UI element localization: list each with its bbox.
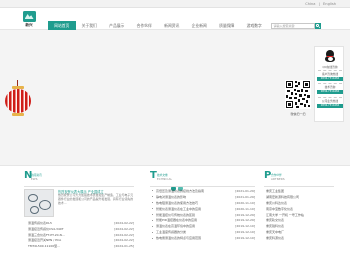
wechat-qr-code [285, 80, 311, 109]
tech-item-title[interactable]: 热电阻测温仪表的使用方法技巧 [156, 201, 198, 205]
news-item-title[interactable]: 测温三合仪表FT-PT-20-N... [28, 233, 65, 237]
main-nav: 网站首页 关于我们 产品展示 合作伙伴 新闻资讯 企业新闻 质量保障 游戏数字 [48, 21, 268, 30]
nav-digital[interactable]: 游戏数字 [241, 21, 269, 30]
tech-item-date: [2021-01-29] [235, 194, 255, 199]
tech-item-date: [2019-12-10] [235, 224, 255, 229]
tech-item-date: [2019-12-10] [235, 236, 255, 241]
tech-heading-en: ECHNICAL [157, 177, 173, 181]
nav-products[interactable]: 产品展示 [103, 21, 131, 30]
cable-coil [39, 200, 51, 210]
partners-section: P 合作伙伴 ARTNERS 重庆工业集团 湖南宏新源科技有限公司 重庆川科达仪… [264, 170, 334, 263]
language-separator: | [318, 1, 320, 6]
cable-coil [28, 194, 38, 202]
sales-hotline-number: 0836-7314484 [317, 77, 343, 81]
news-item-title[interactable]: TM70L500.11100型... [28, 244, 60, 248]
lantern-base [12, 113, 24, 116]
nav-news[interactable]: 新闻资讯 [158, 21, 186, 30]
tech-item-date: [2020-11-10] [235, 206, 255, 211]
language-english-link[interactable]: English [323, 2, 336, 6]
top-bar: China | English [0, 0, 350, 8]
logo-mountain-icon [22, 11, 36, 22]
tech-list-item[interactable]: 热电偶测温仪表的特点与应用范围 [2019-12-10] [150, 236, 255, 242]
lantern-body [5, 89, 31, 113]
tech-item-date: [2019-12-29] [235, 212, 255, 217]
tech-item-title[interactable]: 智能PID温控器在仪表中的应用 [156, 218, 197, 222]
search-icon-handle [318, 26, 320, 28]
qr-code-icon [285, 80, 311, 109]
cable-coil [30, 206, 39, 214]
contact-side-panel: QQ在线咨询 客户咨询热线 0836-7314484 技术咨询 0836-731… [314, 46, 344, 122]
tech-item-title[interactable]: 高低压及测温仪表的接线方法及指南 [156, 189, 204, 193]
language-china-link[interactable]: China [305, 2, 315, 6]
site-header: 新兴 网站首页 关于我们 产品展示 合作伙伴 新闻资讯 企业新闻 质量保障 游戏… [0, 8, 350, 30]
business-hotline-label: 公司业务热线 [321, 99, 339, 103]
news-list-item[interactable]: TM70L500.11100型... [2024-01-25] [24, 244, 134, 250]
nav-company-news[interactable]: 企业新闻 [186, 21, 214, 30]
qr-caption: 微信扫一扫 [290, 112, 306, 116]
nav-partners[interactable]: 合作伙伴 [131, 21, 159, 30]
news-item-date: [2024-01-25] [114, 244, 134, 249]
nav-quality[interactable]: 质量保障 [213, 21, 241, 30]
news-heading-en: EWS [31, 177, 38, 181]
qq-consult-link[interactable]: QQ在线咨询 [315, 65, 345, 69]
partner-item[interactable]: 重庆科源仪表 [264, 236, 334, 242]
tech-item-title[interactable]: 智能仪表测温仪表在工业中的应用 [156, 207, 201, 211]
news-list: 测温传感仪表DL5 [2024-02-22] 测温接近传感仪CS4-340T [… [24, 221, 134, 250]
partner-list: 重庆工业集团 湖南宏新源科技有限公司 重庆川科达仪表 南京中宝数字化仪表 江南大… [264, 189, 334, 242]
news-feature[interactable]: 热烈祝贺仪表大展示 产业园成立 热烈祝贺公司大力加强技术研发和生产制造，工业与电… [24, 189, 134, 218]
tech-item-title[interactable]: 热电偶测温仪表的特点与应用范围 [156, 236, 201, 240]
divider [318, 70, 342, 71]
qq-penguin-icon[interactable] [325, 50, 335, 63]
tech-hotline-label: 技术咨询 [324, 85, 336, 89]
search-input[interactable]: 请输入搜索关键 [271, 23, 315, 29]
site-logo[interactable]: 新兴 [20, 11, 38, 30]
tech-articles-section: T 技术文章 ECHNICAL 高低压及测温仪表的接线方法及指南 [2021-01… [150, 170, 260, 263]
tech-item-title[interactable]: 静电对测温仪表的影响 [156, 195, 186, 199]
news-item-title[interactable]: 测温接近传感仪CS4-340T [28, 227, 64, 231]
red-lantern-icon [4, 80, 32, 122]
news-item-date: [2024-02-22] [114, 221, 134, 225]
news-feature-description: 热烈祝贺公司大力加强技术研发和生产制造，工业与电子元器件行业的发展和公司的产品提… [58, 193, 134, 205]
partners-heading-rule [264, 186, 334, 187]
partners-heading-en: ARTNERS [271, 177, 285, 181]
tech-item-date: [2021-01-29] [235, 189, 255, 193]
news-item-title[interactable]: 测温接近开关NPN / PCA [28, 238, 61, 242]
tech-hotline-number: 0836-7314484 [317, 90, 343, 94]
tech-item-date: [2019-12-29] [235, 218, 255, 223]
tech-item-date: [2019-12-10] [235, 230, 255, 235]
sales-hotline-label: 客户咨询热线 [321, 72, 339, 76]
news-section: N 新闻资讯 EWS 热烈祝贺仪表大展示 产业园成立 热烈祝贺公司大力加强技术研… [24, 170, 134, 263]
nav-about[interactable]: 关于我们 [76, 21, 104, 30]
tech-item-title[interactable]: 智能温控仪与传统仪表的区别 [156, 213, 195, 217]
news-item-date: [2024-02-22] [114, 232, 134, 237]
tech-item-title[interactable]: 工业温度传感器的分类 [156, 230, 186, 234]
nav-home[interactable]: 网站首页 [48, 21, 76, 30]
news-feature-image[interactable] [24, 189, 54, 217]
news-heading-rule [24, 186, 134, 187]
tech-heading-letter: T [150, 170, 157, 181]
tech-heading-rule [150, 186, 255, 187]
news-item-title[interactable]: 测温传感仪表DL5 [28, 221, 52, 225]
tech-item-date: [2020-11-10] [235, 200, 255, 205]
tech-item-title[interactable]: 测温仪表在高温环境中的应用 [156, 224, 195, 228]
search-button[interactable] [315, 23, 321, 29]
divider [318, 97, 342, 98]
news-item-date: [2024-02-22] [114, 226, 134, 231]
business-hotline-number: 0836-7314484 [317, 104, 343, 108]
logo-text: 新兴 [25, 23, 33, 27]
tech-list: 高低压及测温仪表的接线方法及指南 [2021-01-29] 静电对测温仪表的影响 [… [150, 189, 255, 242]
news-item-date: [2024-02-22] [114, 238, 134, 243]
language-switcher: China | English [303, 2, 336, 6]
divider [318, 83, 342, 84]
